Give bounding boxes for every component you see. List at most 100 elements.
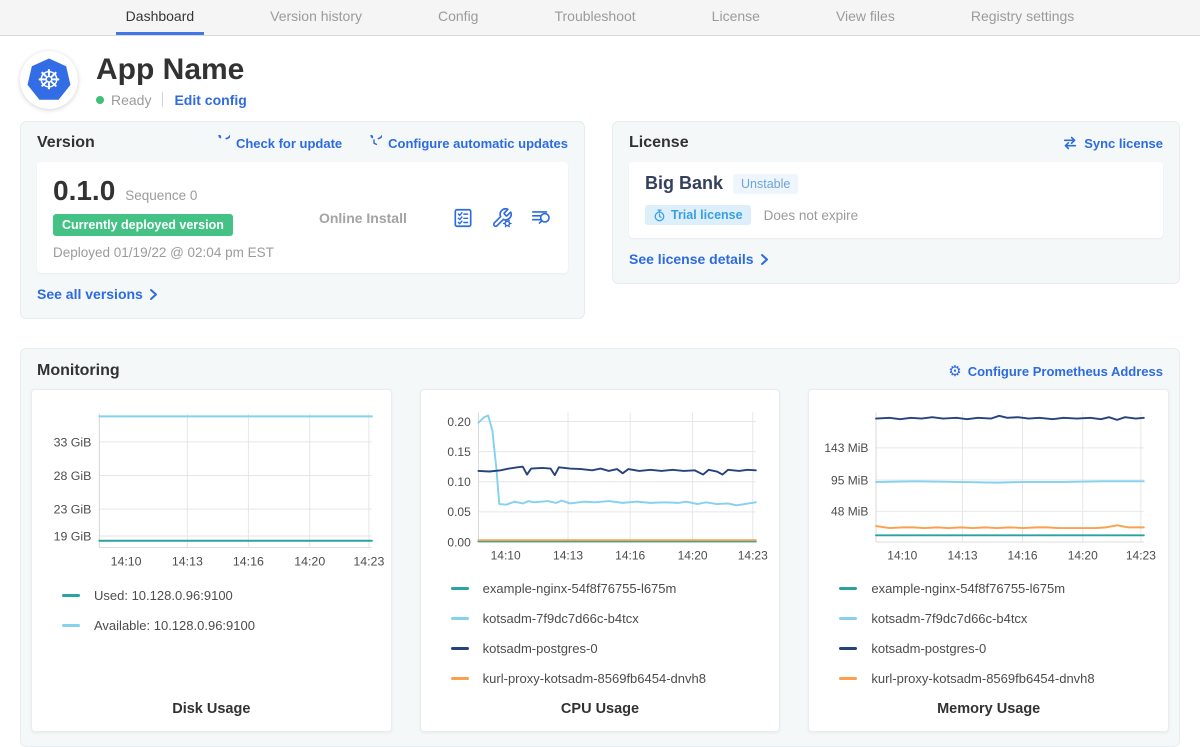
svg-text:14:23: 14:23: [1126, 548, 1156, 562]
svg-text:23 GiB: 23 GiB: [54, 503, 92, 517]
legend-dash-icon: [839, 677, 857, 680]
legend-item: kurl-proxy-kotsadm-8569fb6454-dnvh8: [839, 671, 1158, 686]
svg-text:14:23: 14:23: [353, 554, 384, 568]
legend-dash-icon: [451, 677, 469, 680]
chart-plot: 0.000.050.100.150.2014:1014:1314:1614:20…: [421, 400, 780, 567]
svg-text:28 GiB: 28 GiB: [54, 469, 92, 483]
svg-text:14:23: 14:23: [737, 548, 767, 562]
license-expiry: Does not expire: [764, 208, 859, 223]
svg-text:14:10: 14:10: [490, 548, 520, 562]
tab-registry-settings[interactable]: Registry settings: [961, 0, 1084, 35]
legend-label: kurl-proxy-kotsadm-8569fb6454-dnvh8: [871, 671, 1094, 686]
app-status: Ready: [111, 92, 151, 108]
edit-config-link[interactable]: Edit config: [174, 92, 246, 108]
legend-dash-icon: [839, 587, 857, 590]
sync-icon: [1062, 135, 1078, 151]
chevron-right-icon: [759, 253, 770, 266]
chevron-right-icon: [148, 288, 159, 301]
legend-item: kotsadm-7f9dc7d66c-b4tcx: [839, 611, 1158, 626]
svg-text:143 MiB: 143 MiB: [825, 441, 869, 455]
top-nav: Dashboard Version history Config Troublesho…: [0, 0, 1200, 36]
legend-label: example-nginx-54f8f76755-l675m: [871, 581, 1065, 596]
legend-item: Available: 10.128.0.96:9100: [62, 618, 381, 633]
kubernetes-wheel-icon: ☸: [37, 67, 61, 94]
gear-icon: ⚙: [948, 364, 961, 379]
legend-label: Used: 10.128.0.96:9100: [94, 588, 233, 603]
tab-troubleshoot[interactable]: Troubleshoot: [544, 0, 645, 35]
app-header: ☸ App Name Ready Edit config: [0, 36, 1200, 119]
configure-prometheus-link[interactable]: ⚙ Configure Prometheus Address: [948, 364, 1163, 379]
version-card-title: Version: [37, 134, 95, 152]
legend-label: Available: 10.128.0.96:9100: [94, 618, 255, 633]
svg-text:0.15: 0.15: [447, 445, 471, 459]
chart-card-cpu-usage: 0.000.050.100.150.2014:1014:1314:1614:20…: [420, 389, 781, 732]
edit-config-icon[interactable]: [491, 207, 513, 229]
chart-card-memory-usage: 48 MiB95 MiB143 MiB14:1014:1314:1614:201…: [808, 389, 1169, 732]
legend-label: example-nginx-54f8f76755-l675m: [483, 581, 677, 596]
chart-plot: 19 GiB23 GiB28 GiB33 GiB14:1014:1314:161…: [32, 400, 391, 574]
channel-badge: Unstable: [733, 174, 798, 194]
svg-text:14:10: 14:10: [888, 548, 918, 562]
svg-text:14:13: 14:13: [553, 548, 583, 562]
preflight-checks-icon[interactable]: [452, 207, 474, 229]
see-all-versions-link[interactable]: See all versions: [37, 286, 159, 302]
svg-text:0.10: 0.10: [447, 475, 471, 489]
svg-text:14:16: 14:16: [233, 554, 264, 568]
chart-legend: example-nginx-54f8f76755-l675m kotsadm-7…: [421, 567, 780, 701]
install-type-label: Online Install: [274, 210, 452, 226]
legend-item: example-nginx-54f8f76755-l675m: [451, 581, 770, 596]
check-for-update-link[interactable]: Check for update: [214, 135, 342, 151]
tab-view-files[interactable]: View files: [826, 0, 905, 35]
svg-text:14:20: 14:20: [294, 554, 325, 568]
version-card: Version Check for update Configure au: [20, 121, 585, 319]
svg-text:14:20: 14:20: [1068, 548, 1098, 562]
customer-name: Big Bank: [645, 173, 723, 194]
legend-item: example-nginx-54f8f76755-l675m: [839, 581, 1158, 596]
svg-text:95 MiB: 95 MiB: [831, 473, 868, 487]
svg-text:0.00: 0.00: [447, 535, 471, 549]
legend-dash-icon: [451, 647, 469, 650]
legend-label: kotsadm-postgres-0: [483, 641, 598, 656]
legend-item: Used: 10.128.0.96:9100: [62, 588, 381, 603]
chart-legend: example-nginx-54f8f76755-l675m kotsadm-7…: [809, 567, 1168, 701]
svg-text:0.20: 0.20: [447, 415, 471, 429]
see-license-details-link[interactable]: See license details: [629, 251, 770, 267]
monitoring-card: Monitoring ⚙ Configure Prometheus Addres…: [20, 348, 1180, 747]
view-logs-icon[interactable]: [530, 207, 552, 229]
legend-label: kotsadm-7f9dc7d66c-b4tcx: [483, 611, 639, 626]
charts-row: 19 GiB23 GiB28 GiB33 GiB14:1014:1314:161…: [31, 389, 1169, 732]
chart-title: Memory Usage: [809, 701, 1168, 717]
chart-title: Disk Usage: [32, 701, 391, 717]
version-number: 0.1.0: [53, 175, 115, 207]
schedule-update-icon: [366, 135, 382, 151]
svg-text:48 MiB: 48 MiB: [831, 505, 868, 519]
svg-text:33 GiB: 33 GiB: [54, 435, 92, 449]
sync-license-link[interactable]: Sync license: [1062, 135, 1163, 151]
chart-title: CPU Usage: [421, 701, 780, 717]
svg-text:0.05: 0.05: [447, 505, 471, 519]
tab-license[interactable]: License: [702, 0, 770, 35]
svg-text:14:13: 14:13: [948, 548, 978, 562]
tab-config[interactable]: Config: [428, 0, 488, 35]
legend-dash-icon: [839, 617, 857, 620]
license-card: License Sync license Big Bank Unstable: [612, 121, 1180, 284]
app-logo: ☸: [20, 51, 78, 109]
legend-dash-icon: [451, 587, 469, 590]
chart-plot: 48 MiB95 MiB143 MiB14:1014:1314:1614:201…: [809, 400, 1168, 567]
chart-card-disk-usage: 19 GiB23 GiB28 GiB33 GiB14:1014:1314:161…: [31, 389, 392, 732]
legend-dash-icon: [62, 624, 80, 627]
stopwatch-icon: [653, 209, 666, 222]
license-card-title: License: [629, 134, 689, 152]
legend-label: kurl-proxy-kotsadm-8569fb6454-dnvh8: [483, 671, 706, 686]
configure-automatic-updates-link[interactable]: Configure automatic updates: [366, 135, 568, 151]
refresh-icon: [214, 135, 230, 151]
svg-text:14:13: 14:13: [172, 554, 203, 568]
legend-item: kotsadm-postgres-0: [839, 641, 1158, 656]
svg-text:14:20: 14:20: [677, 548, 707, 562]
legend-dash-icon: [451, 617, 469, 620]
tab-version-history[interactable]: Version history: [260, 0, 372, 35]
status-dot-icon: [96, 96, 104, 104]
page-title: App Name: [96, 53, 247, 86]
license-panel: Big Bank Unstable Trial license Does not…: [629, 162, 1163, 238]
tab-dashboard[interactable]: Dashboard: [116, 0, 205, 35]
